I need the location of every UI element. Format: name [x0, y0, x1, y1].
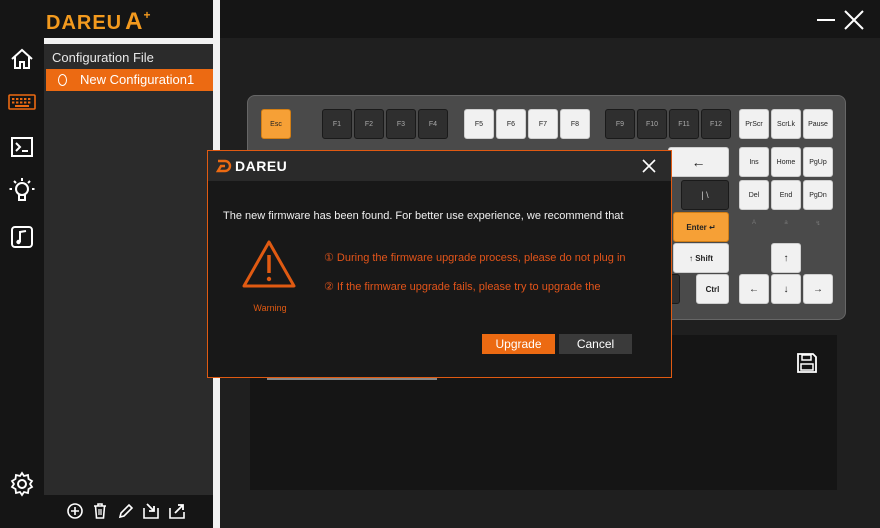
key-f8[interactable]: F8 — [560, 109, 590, 139]
nav-macro[interactable] — [8, 133, 36, 161]
key-f10[interactable]: F10 — [637, 109, 667, 139]
import-config-button[interactable] — [140, 500, 162, 522]
key-f3[interactable]: F3 — [386, 109, 416, 139]
save-button[interactable] — [796, 352, 818, 374]
brand-plus-mark: + — [143, 8, 152, 22]
upgrade-button[interactable]: Upgrade — [482, 334, 555, 354]
upgrade-step-1: ① During the firmware upgrade process, p… — [324, 252, 626, 264]
key-pause[interactable]: Pause — [803, 109, 833, 139]
key-esc[interactable]: Esc — [261, 109, 291, 139]
warning-label: Warning — [253, 303, 287, 313]
upgrade-step-2: ② If the firmware upgrade fails, please … — [324, 281, 601, 293]
add-icon — [67, 503, 83, 519]
key-arrow-left[interactable]: ← — [739, 274, 769, 304]
home-icon — [11, 48, 33, 69]
brand-logo: DAREU A+ — [46, 8, 151, 36]
lightbulb-icon — [9, 178, 35, 201]
key-home[interactable]: Home — [771, 147, 801, 177]
key-right-ctrl[interactable]: Ctrl — [696, 274, 729, 304]
warning-icon — [242, 240, 296, 288]
key-arrow-right[interactable]: → — [803, 274, 833, 304]
config-item-selected[interactable]: New Configuration1 — [46, 69, 213, 91]
key-del[interactable]: Del — [739, 180, 769, 210]
key-arrow-up[interactable]: ↑ — [771, 243, 801, 273]
export-icon — [169, 504, 185, 519]
music-icon — [11, 226, 33, 248]
key-f7[interactable]: F7 — [528, 109, 558, 139]
add-config-button[interactable] — [64, 500, 86, 522]
cancel-button[interactable]: Cancel — [559, 334, 632, 354]
close-icon — [642, 159, 656, 173]
rename-config-button[interactable] — [115, 500, 137, 522]
save-icon — [797, 353, 817, 373]
key-f4[interactable]: F4 — [418, 109, 448, 139]
led-scroll: ↯ — [815, 221, 821, 227]
delete-icon — [94, 503, 106, 519]
nav-home[interactable] — [8, 45, 36, 73]
key-end[interactable]: End — [771, 180, 801, 210]
led-caps: A — [751, 220, 756, 226]
key-f9[interactable]: F9 — [605, 109, 635, 139]
brand-suffix: A — [125, 8, 144, 35]
keyboard-icon — [8, 94, 36, 110]
key-f6[interactable]: F6 — [496, 109, 526, 139]
nav-settings[interactable] — [8, 470, 36, 498]
key-scrlk[interactable]: ScrLk — [771, 109, 801, 139]
gear-icon — [10, 471, 34, 497]
config-item-label: New Configuration1 — [80, 72, 195, 87]
window-close-button[interactable] — [843, 9, 865, 31]
key-backslash[interactable]: | \ — [681, 180, 729, 210]
edit-icon — [118, 503, 134, 519]
title-bar — [220, 0, 880, 38]
dialog-close-button[interactable] — [640, 157, 658, 175]
config-panel: Configuration File New Configuration1 — [44, 44, 213, 528]
minimize-icon — [817, 19, 835, 21]
delete-config-button[interactable] — [89, 500, 111, 522]
app-window: DAREU A+ Configuration File New Configur… — [0, 0, 880, 528]
dareu-logo-icon — [216, 159, 232, 173]
key-enter[interactable]: Enter ↵ — [673, 212, 729, 242]
dialog-brand: DAREU — [235, 158, 288, 174]
key-f5[interactable]: F5 — [464, 109, 494, 139]
key-prscr[interactable]: PrScr — [739, 109, 769, 139]
key-arrow-down[interactable]: ↓ — [771, 274, 801, 304]
nav-lighting[interactable] — [8, 177, 36, 205]
key-f2[interactable]: F2 — [354, 109, 384, 139]
key-pgup[interactable]: PgUp — [803, 147, 833, 177]
config-radio-icon — [58, 74, 67, 86]
key-ins[interactable]: Ins — [739, 147, 769, 177]
key-backspace[interactable]: ← — [668, 147, 729, 177]
export-config-button[interactable] — [166, 500, 188, 522]
brand-name: DAREU — [46, 12, 123, 34]
key-f12[interactable]: F12 — [701, 109, 731, 139]
dialog-message: The new firmware has been found. For bet… — [223, 210, 624, 222]
terminal-macro-icon — [11, 137, 33, 157]
close-icon — [844, 10, 864, 30]
nav-audio[interactable] — [8, 223, 36, 251]
dialog-logo: DAREU — [216, 158, 287, 174]
config-title: Configuration File — [52, 50, 154, 65]
dialog-header: DAREU — [208, 151, 671, 181]
import-icon — [143, 503, 159, 519]
brand-bar: DAREU A+ — [0, 0, 213, 38]
nav-keyboard[interactable] — [8, 88, 36, 116]
key-right-shift[interactable]: ↑ Shift — [673, 243, 729, 273]
minimize-button[interactable] — [815, 9, 837, 31]
key-f1[interactable]: F1 — [322, 109, 352, 139]
key-pgdn[interactable]: PgDn — [803, 180, 833, 210]
firmware-update-dialog: DAREU The new firmware has been found. F… — [207, 150, 672, 378]
key-f11[interactable]: F11 — [669, 109, 699, 139]
config-toolbar — [44, 495, 213, 528]
led-num: a — [784, 220, 788, 226]
